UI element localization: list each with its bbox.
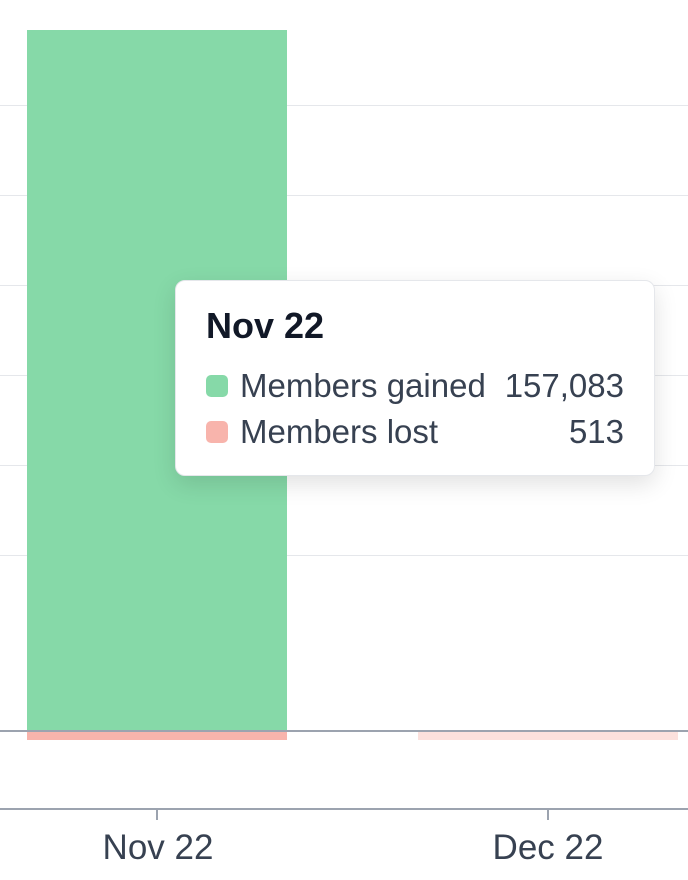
chart-tooltip: Nov 22 Members gained 157,083 Members lo… (175, 280, 655, 476)
tooltip-label-lost: Members lost (240, 413, 438, 451)
x-axis-label: Nov 22 (103, 828, 214, 868)
tooltip-row-gained: Members gained 157,083 (206, 367, 624, 405)
chart-baseline (0, 730, 688, 732)
x-axis-tick (547, 808, 549, 820)
x-axis-line (0, 808, 688, 810)
tooltip-title: Nov 22 (206, 305, 624, 347)
x-axis-tick (156, 808, 158, 820)
swatch-gained-icon (206, 375, 228, 397)
swatch-lost-icon (206, 421, 228, 443)
x-axis-label: Dec 22 (493, 828, 604, 868)
chart-plot-area: Nov 22 Members gained 157,083 Members lo… (0, 0, 688, 740)
tooltip-value-lost: 513 (569, 413, 624, 451)
tooltip-row-lost: Members lost 513 (206, 413, 624, 451)
tooltip-label-gained: Members gained (240, 367, 486, 405)
tooltip-value-gained: 157,083 (505, 367, 624, 405)
